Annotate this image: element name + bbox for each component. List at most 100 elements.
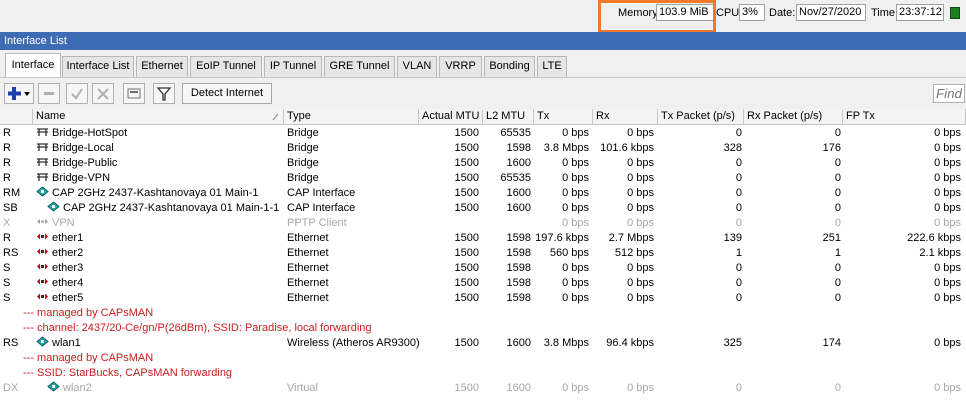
cell-txp: 139 <box>723 232 742 244</box>
row-comment: --- channel: 2437/20-Ce/gn/P(26dBm), SSI… <box>23 322 372 334</box>
column-header-rx[interactable]: Rx <box>593 109 658 125</box>
cell-mtu: 1500 <box>454 292 479 304</box>
ethernet-icon <box>37 293 48 300</box>
interface-name: VPN <box>52 217 75 229</box>
cell-name: ether5 <box>36 291 284 306</box>
find-input[interactable] <box>933 84 965 103</box>
detect-internet-button[interactable]: Detect Internet <box>182 83 272 104</box>
tab-interface-list[interactable]: Interface List <box>62 56 134 77</box>
interface-name: CAP 2GHz 2437-Kashtanovaya 01 Main-1 <box>52 187 259 199</box>
cell-tx: 0 bps <box>562 202 589 214</box>
row-comment: --- SSID: StarBucks, CAPsMAN forwarding <box>23 367 233 379</box>
cell-name: Bridge-VPN <box>36 171 284 186</box>
tab-eoip-tunnel[interactable]: EoIP Tunnel <box>190 56 262 77</box>
cell-flags: R <box>3 172 11 184</box>
cell-name: ether3 <box>36 261 284 276</box>
cell-mtu: 1500 <box>454 382 479 394</box>
cell-tx: 560 bps <box>549 247 589 259</box>
row-comment: --- managed by CAPsMAN <box>23 352 154 364</box>
cell-l2mtu: 1598 <box>506 277 531 289</box>
column-header-type[interactable]: Type <box>284 109 419 125</box>
table-row[interactable]: X VPN PPTP Client 0 bps 0 bps 0 0 0 bps <box>0 216 966 231</box>
connection-status-led <box>950 7 960 19</box>
column-header-fp-tx[interactable]: FP Tx <box>843 109 966 125</box>
cell-rxp: 0 <box>834 187 841 199</box>
interface-name: Bridge-Local <box>52 142 114 154</box>
cell-rx: 0 bps <box>627 262 654 274</box>
cell-l2mtu: 1600 <box>506 337 531 349</box>
disable-button[interactable] <box>92 83 114 104</box>
tab-gre-tunnel[interactable]: GRE Tunnel <box>324 56 395 77</box>
bridge-icon <box>37 158 48 166</box>
comment-row[interactable]: --- managed by CAPsMAN <box>0 306 966 321</box>
cross-icon <box>97 88 109 100</box>
interface-name: Bridge-Public <box>52 157 118 169</box>
table-row[interactable]: R Bridge-VPN Bridge 1500 65535 0 bps 0 bps 0 0 0 … <box>0 171 966 186</box>
cell-type: Bridge <box>287 142 319 154</box>
interface-name: wlan1 <box>52 337 81 349</box>
cell-rxp: 0 <box>834 262 841 274</box>
cell-rx: 101.6 kbps <box>600 142 654 154</box>
cell-rxp: 0 <box>834 157 841 169</box>
comment-button[interactable] <box>123 83 145 104</box>
enable-button[interactable] <box>66 83 88 104</box>
column-header-tx-packet[interactable]: Tx Packet (p/s) <box>658 109 744 125</box>
table-row[interactable]: Sether4 Ethernet 1500 1598 0 bps 0 bps 0 0 0 bps <box>0 276 966 291</box>
tab-lte[interactable]: LTE <box>537 56 567 77</box>
comment-row[interactable]: --- SSID: StarBucks, CAPsMAN forwarding <box>0 366 966 381</box>
comment-row[interactable]: --- managed by CAPsMAN <box>0 351 966 366</box>
table-row[interactable]: R Bridge-Local Bridge 1500 1598 3.8 Mbps 101.6… <box>0 141 966 156</box>
column-header-actual-mtu[interactable]: Actual MTU <box>419 109 483 125</box>
table-row[interactable]: Sether3 Ethernet 1500 1598 0 bps 0 bps 0 0 0 bps <box>0 261 966 276</box>
table-row[interactable]: Sether5 Ethernet 1500 1598 0 bps 0 bps 0 0 0 bps <box>0 291 966 306</box>
column-header-tx[interactable]: Tx <box>534 109 593 125</box>
cell-rxp: 0 <box>834 127 841 139</box>
cell-rx: 0 bps <box>627 277 654 289</box>
comment-row[interactable]: --- channel: 2437/20-Ce/gn/P(26dBm), SSI… <box>0 321 966 336</box>
tab-interface[interactable]: Interface <box>5 53 61 78</box>
row-comment: --- managed by CAPsMAN <box>23 307 154 319</box>
ethernet-icon <box>37 248 48 255</box>
table-row[interactable]: RS wlan1 Wireless (Atheros AR9300) 1500 1600… <box>0 336 966 351</box>
tab-ip-tunnel[interactable]: IP Tunnel <box>264 56 322 77</box>
tab-vrrp[interactable]: VRRP <box>439 56 482 77</box>
remove-button[interactable] <box>38 83 60 104</box>
plus-dropdown-icon <box>8 87 30 100</box>
table-row[interactable]: DX wlan2 Virtual 1500 1600 0 bps 0 bps 0 0 0 bps <box>0 381 966 396</box>
tab-vlan[interactable]: VLAN <box>397 56 437 77</box>
column-header-l2-mtu[interactable]: L2 MTU <box>483 109 534 125</box>
cell-flags: R <box>3 127 11 139</box>
interface-name: wlan2 <box>63 382 92 394</box>
cell-fptx: 0 bps <box>934 202 961 214</box>
add-button[interactable] <box>4 83 34 104</box>
cell-name: wlan1 <box>36 336 284 351</box>
cell-rxp: 0 <box>834 292 841 304</box>
tab-bonding[interactable]: Bonding <box>484 56 535 77</box>
cell-flags: RM <box>3 187 21 199</box>
toolbar: Detect Internet <box>0 77 966 107</box>
interface-name: ether3 <box>52 262 84 274</box>
time-value: 23:37:12 <box>896 4 944 21</box>
column-header-rx-packet[interactable]: Rx Packet (p/s) <box>744 109 843 125</box>
cell-name: CAP 2GHz 2437-Kashtanovaya 01 Main-1 <box>36 186 284 201</box>
table-row[interactable]: SB CAP 2GHz 2437-Kashtanovaya 01 Main-1-1… <box>0 201 966 216</box>
cell-txp: 0 <box>735 187 742 199</box>
tab-ethernet[interactable]: Ethernet <box>136 56 188 77</box>
cell-mtu: 1500 <box>454 247 479 259</box>
table-row[interactable]: R Bridge-Public Bridge 1500 1600 0 bps 0 bps 0 0… <box>0 156 966 171</box>
cell-mtu: 1500 <box>454 262 479 274</box>
comment-icon <box>127 88 141 99</box>
cell-type: Bridge <box>287 157 319 169</box>
column-header-name[interactable]: Name <box>33 109 284 125</box>
cell-fptx: 0 bps <box>934 292 961 304</box>
cell-tx: 0 bps <box>562 277 589 289</box>
window-title: Interface List <box>0 32 966 50</box>
filter-button[interactable] <box>153 83 175 104</box>
cell-flags: R <box>3 232 11 244</box>
table-row[interactable]: RM CAP 2GHz 2437-Kashtanovaya 01 Main-1 CA… <box>0 186 966 201</box>
table-row[interactable]: R Bridge-HotSpot Bridge 1500 65535 0 bps 0 bps… <box>0 126 966 141</box>
cell-type: Virtual <box>287 382 318 394</box>
column-header-flags[interactable] <box>0 109 33 125</box>
table-row[interactable]: Rether1 Ethernet 1500 1598 197.6 kbps 2.7 Mbp… <box>0 231 966 246</box>
table-row[interactable]: RS ether2 Ethernet 1500 1598 560 bps 512 bps 1 1… <box>0 246 966 261</box>
